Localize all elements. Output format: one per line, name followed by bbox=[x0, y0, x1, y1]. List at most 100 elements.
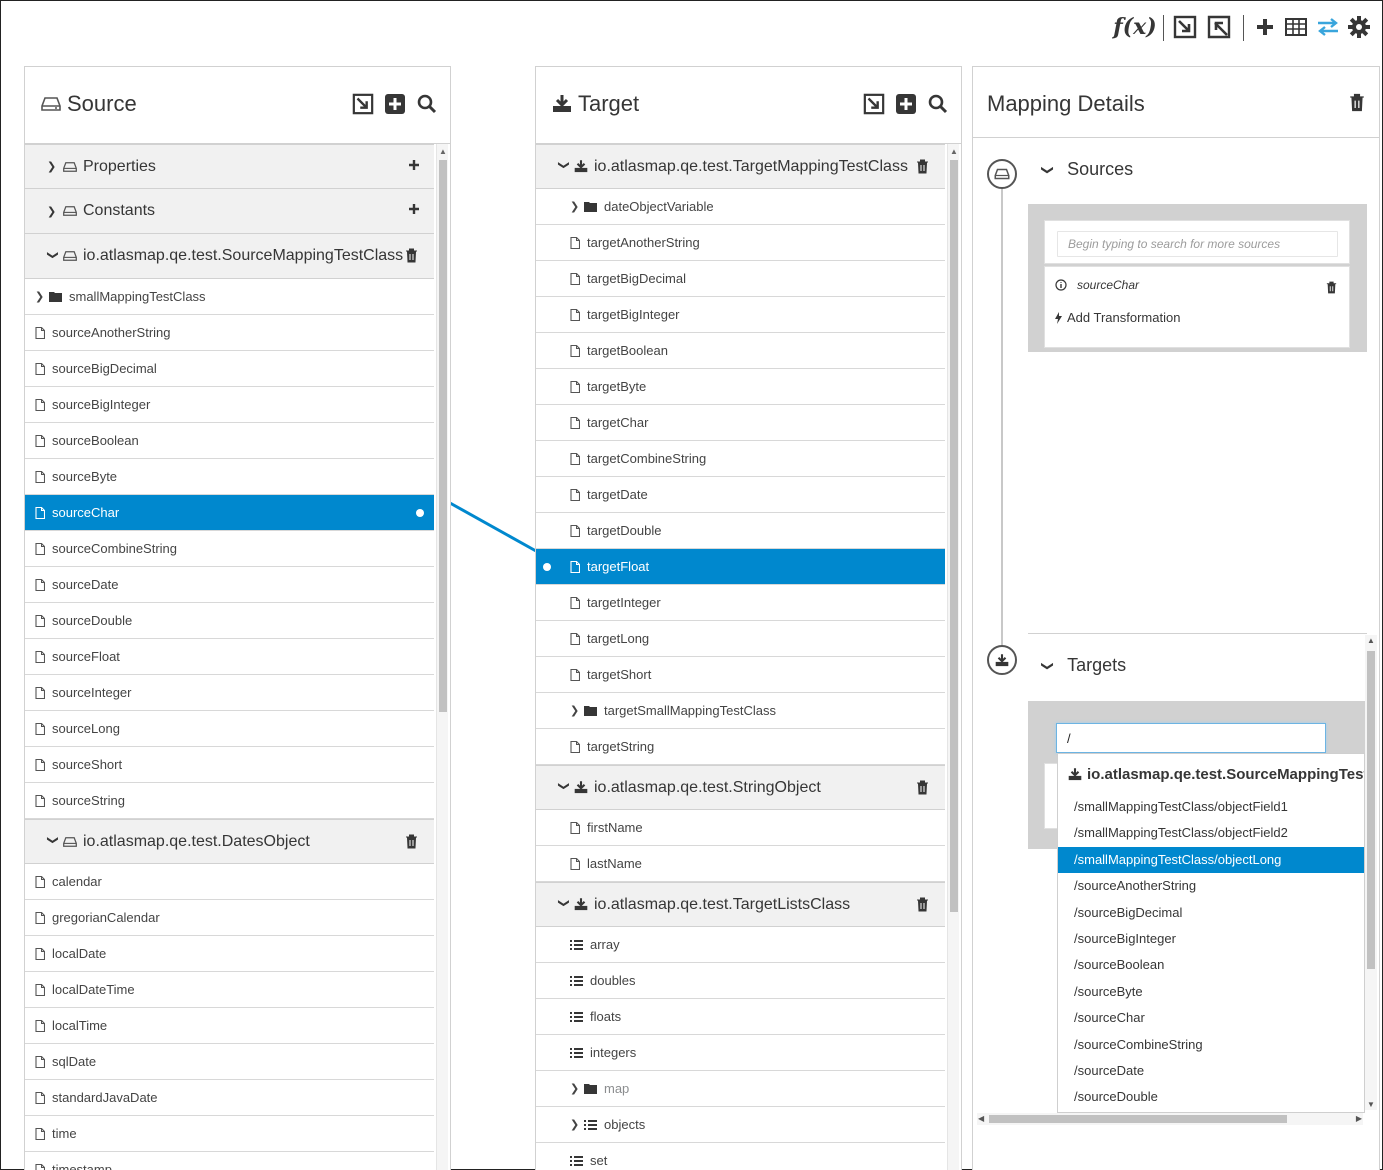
tree-field-row[interactable]: targetDate bbox=[536, 477, 945, 513]
tree-field-row[interactable]: ❯ map bbox=[536, 1071, 945, 1107]
tree-field-row[interactable]: time bbox=[25, 1116, 434, 1152]
tree-field-row[interactable]: targetBigDecimal bbox=[536, 261, 945, 297]
tree-field-row[interactable]: localDate bbox=[25, 936, 434, 972]
tree-field-row[interactable]: sourceShort bbox=[25, 747, 434, 783]
tree-field-row[interactable]: sourceCombineString bbox=[25, 531, 434, 567]
tree-field-row[interactable]: sourceAnotherString bbox=[25, 315, 434, 351]
add-constant-icon[interactable] bbox=[384, 93, 406, 115]
tree-field-row[interactable]: targetAnotherString bbox=[536, 225, 945, 261]
target-search-input[interactable] bbox=[1056, 723, 1326, 753]
tree-field-row[interactable]: targetBigInteger bbox=[536, 297, 945, 333]
details-scrollbar[interactable]: ▲ ▼ bbox=[1365, 635, 1377, 1110]
tree-field-row[interactable]: localDateTime bbox=[25, 972, 434, 1008]
chevron-right-icon[interactable]: ❯ bbox=[570, 1082, 584, 1095]
tree-field-row[interactable]: sourceBoolean bbox=[25, 423, 434, 459]
dropdown-option[interactable]: /sourceDouble bbox=[1058, 1084, 1364, 1110]
add-property-icon[interactable] bbox=[408, 159, 420, 171]
table-icon[interactable] bbox=[1284, 13, 1308, 41]
source-search-input[interactable] bbox=[1057, 231, 1338, 257]
scrollbar-thumb[interactable] bbox=[950, 160, 958, 912]
tree-field-row[interactable]: targetFloat bbox=[536, 549, 945, 585]
target-scrollbar[interactable]: ▲ bbox=[947, 144, 959, 1170]
chevron-down-icon[interactable]: ❯ bbox=[47, 836, 60, 848]
gear-icon[interactable] bbox=[1347, 13, 1371, 41]
doc-constants[interactable]: ❯ Constants bbox=[25, 189, 434, 234]
dropdown-option[interactable]: /sourceBigInteger bbox=[1058, 926, 1364, 952]
tree-field-row[interactable]: targetDouble bbox=[536, 513, 945, 549]
search-icon[interactable] bbox=[416, 93, 438, 115]
tree-field-row[interactable]: sourceDouble bbox=[25, 603, 434, 639]
dropdown-option[interactable]: /smallMappingTestClass/objectField1 bbox=[1058, 794, 1364, 820]
dropdown-option[interactable]: /sourceByte bbox=[1058, 979, 1364, 1005]
tree-field-row[interactable]: standardJavaDate bbox=[25, 1080, 434, 1116]
details-horizontal-scrollbar[interactable]: ◀ ▶ bbox=[977, 1113, 1363, 1125]
tree-field-row[interactable]: sourceInteger bbox=[25, 675, 434, 711]
chevron-down-icon[interactable]: ❯ bbox=[47, 250, 60, 262]
import-icon[interactable] bbox=[352, 93, 374, 115]
import-icon[interactable] bbox=[863, 93, 885, 115]
tree-field-row[interactable]: timestamp bbox=[25, 1152, 434, 1170]
doc-dates-object[interactable]: ❯ io.atlasmap.qe.test.DatesObject bbox=[25, 819, 434, 864]
tree-field-row[interactable]: set bbox=[536, 1143, 945, 1170]
doc-properties[interactable]: ❯ Properties bbox=[25, 144, 434, 189]
doc-source-mapping-test-class[interactable]: ❯ io.atlasmap.qe.test.SourceMappingTestC… bbox=[25, 234, 434, 279]
dropdown-option[interactable]: /smallMappingTestClass/objectLong bbox=[1058, 846, 1364, 874]
import-icon[interactable] bbox=[1172, 13, 1198, 41]
exchange-icon[interactable] bbox=[1315, 13, 1341, 41]
search-icon[interactable] bbox=[927, 93, 949, 115]
function-icon[interactable]: f(x) bbox=[1113, 13, 1156, 41]
chevron-right-icon[interactable]: ❯ bbox=[35, 290, 49, 303]
doc-target-lists-class[interactable]: ❯ io.atlasmap.qe.test.TargetListsClass bbox=[536, 882, 945, 927]
doc-target-mapping-test-class[interactable]: ❯ io.atlasmap.qe.test.TargetMappingTestC… bbox=[536, 144, 945, 189]
tree-field-row[interactable]: targetCombineString bbox=[536, 441, 945, 477]
tree-field-row[interactable]: sourceString bbox=[25, 783, 434, 819]
scrollbar-thumb[interactable] bbox=[989, 1115, 1287, 1123]
add-constant-icon[interactable] bbox=[408, 203, 420, 215]
chevron-down-icon[interactable]: ❯ bbox=[558, 782, 571, 794]
tree-field-row[interactable]: integers bbox=[536, 1035, 945, 1071]
trash-icon[interactable] bbox=[405, 834, 418, 849]
plus-icon[interactable] bbox=[1253, 13, 1277, 41]
tree-field-row[interactable]: targetString bbox=[536, 729, 945, 765]
dropdown-option[interactable]: /sourceChar bbox=[1058, 1005, 1364, 1031]
tree-field-row[interactable]: sourceLong bbox=[25, 711, 434, 747]
chevron-down-icon[interactable]: ❯ bbox=[558, 161, 571, 173]
tree-field-row[interactable]: sourceBigDecimal bbox=[25, 351, 434, 387]
tree-field-row[interactable]: ❯ targetSmallMappingTestClass bbox=[536, 693, 945, 729]
tree-field-row[interactable]: floats bbox=[536, 999, 945, 1035]
dropdown-option[interactable]: /sourceCombineString bbox=[1058, 1032, 1364, 1058]
add-field-icon[interactable] bbox=[895, 93, 917, 115]
tree-field-row[interactable]: sourceChar bbox=[25, 495, 434, 531]
tree-field-row[interactable]: doubles bbox=[536, 963, 945, 999]
tree-field-row[interactable]: sqlDate bbox=[25, 1044, 434, 1080]
trash-icon[interactable] bbox=[405, 248, 418, 263]
chevron-right-icon[interactable]: ❯ bbox=[570, 704, 584, 717]
dropdown-option[interactable]: /sourceBoolean bbox=[1058, 952, 1364, 978]
trash-icon[interactable] bbox=[1349, 93, 1365, 112]
tree-field-row[interactable]: array bbox=[536, 927, 945, 963]
scrollbar-thumb[interactable] bbox=[1367, 651, 1375, 969]
tree-field-row[interactable]: sourceDate bbox=[25, 567, 434, 603]
export-icon[interactable] bbox=[1206, 13, 1232, 41]
tree-field-row[interactable]: targetLong bbox=[536, 621, 945, 657]
chevron-right-icon[interactable]: ❯ bbox=[47, 205, 59, 218]
chevron-right-icon[interactable]: ❯ bbox=[570, 200, 584, 213]
tree-field-row[interactable]: targetChar bbox=[536, 405, 945, 441]
trash-icon[interactable] bbox=[916, 159, 929, 174]
source-scrollbar[interactable]: ▲ bbox=[436, 144, 448, 1170]
tree-field-row[interactable]: sourceFloat bbox=[25, 639, 434, 675]
tree-field-row[interactable]: lastName bbox=[536, 846, 945, 882]
dropdown-option[interactable]: /sourceBigDecimal bbox=[1058, 900, 1364, 926]
tree-field-row[interactable]: ❯ dateObjectVariable bbox=[536, 189, 945, 225]
tree-field-row[interactable]: targetShort bbox=[536, 657, 945, 693]
sources-section-toggle[interactable]: ❯ Sources bbox=[1041, 159, 1133, 180]
tree-field-row[interactable]: targetInteger bbox=[536, 585, 945, 621]
tree-field-row[interactable]: ❯ objects bbox=[536, 1107, 945, 1143]
add-transformation-link[interactable]: Add Transformation bbox=[1055, 310, 1180, 325]
tree-field-row[interactable]: firstName bbox=[536, 810, 945, 846]
targets-section-toggle[interactable]: ❯ Targets bbox=[1041, 655, 1126, 676]
tree-folder-row[interactable]: ❯ smallMappingTestClass bbox=[25, 279, 434, 315]
tree-field-row[interactable]: sourceBigInteger bbox=[25, 387, 434, 423]
dropdown-option[interactable]: /sourceAnotherString bbox=[1058, 873, 1364, 899]
chevron-right-icon[interactable]: ❯ bbox=[47, 160, 59, 173]
